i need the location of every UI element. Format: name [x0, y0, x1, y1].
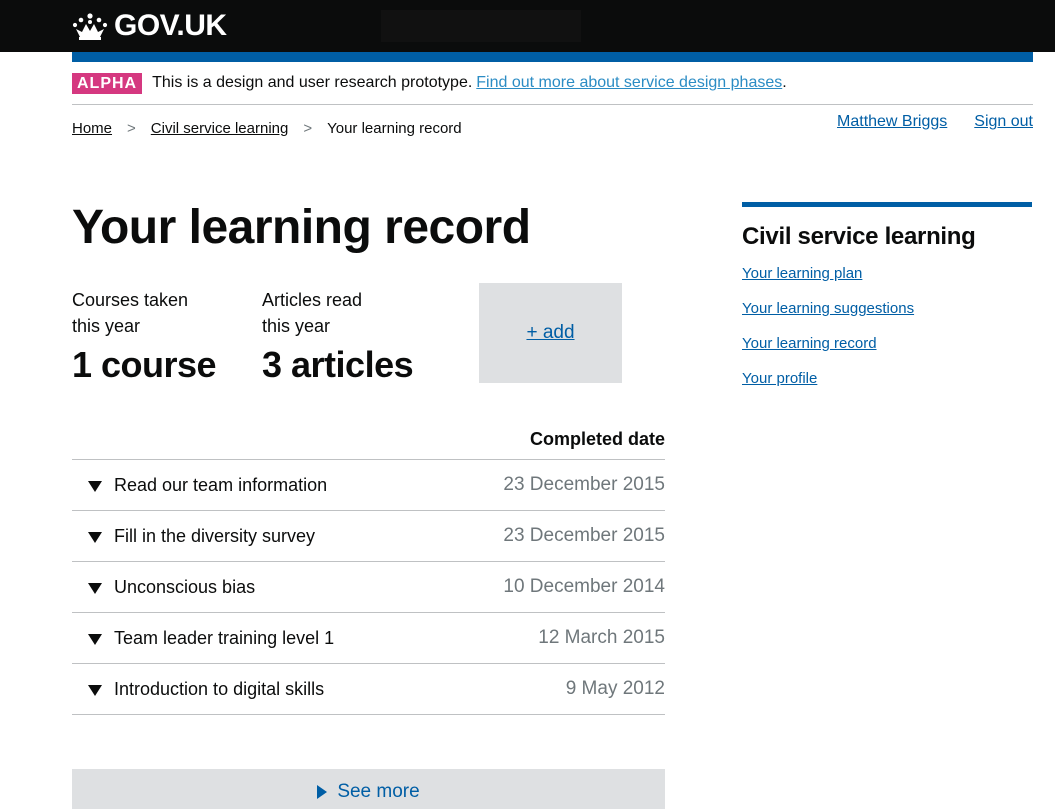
articles-stat: Articles read this year 3 articles: [262, 287, 442, 387]
crown-icon: [72, 13, 108, 40]
courses-label-line2: this year: [72, 316, 141, 336]
header-blue-rule: [72, 52, 1033, 62]
sidebar-link-learning-suggestions[interactable]: Your learning suggestions: [742, 300, 914, 317]
table-row[interactable]: Introduction to digital skills 9 May 2012: [72, 664, 665, 715]
sidebar-item: Your learning plan: [742, 263, 1032, 298]
completed-date-header: Completed date: [529, 429, 665, 449]
breadcrumb: Home > Civil service learning > Your lea…: [72, 118, 462, 138]
sidebar-links: Your learning plan Your learning suggest…: [742, 263, 1032, 403]
learning-records-table: Completed date Read our team information…: [72, 425, 665, 715]
record-title-cell: Read our team information: [72, 475, 327, 496]
sign-out-link[interactable]: Sign out: [974, 113, 1033, 133]
triangle-down-icon[interactable]: [88, 685, 102, 696]
phase-text: This is a design and user research proto…: [152, 74, 473, 91]
articles-label-line1: Articles read: [262, 290, 363, 310]
govuk-logo[interactable]: GOV.UK: [72, 9, 227, 43]
breadcrumb-home[interactable]: Home: [72, 120, 112, 137]
sidebar-link-learning-plan[interactable]: Your learning plan: [742, 265, 862, 282]
govuk-header: GOV.UK: [0, 0, 1055, 52]
phase-link-suffix: .: [782, 74, 787, 91]
record-title-cell: Team leader training level 1: [72, 628, 334, 649]
courses-stat: Courses taken this year 1 course: [72, 287, 252, 387]
logo-text: GOV.UK: [114, 9, 227, 42]
service-phases-link[interactable]: Find out more about service design phase…: [476, 74, 782, 92]
courses-label-line1: Courses taken: [72, 290, 189, 310]
articles-label-line2: this year: [262, 316, 331, 336]
triangle-right-icon: [317, 785, 328, 799]
record-completed-date: 23 December 2015: [503, 525, 665, 546]
phase-banner-divider: [72, 104, 1033, 105]
sidebar-link-profile[interactable]: Your profile: [742, 370, 817, 387]
triangle-down-icon[interactable]: [88, 634, 102, 645]
page-title: Your learning record: [72, 201, 531, 254]
header-search-area: [381, 10, 581, 42]
phase-banner: ALPHA This is a design and user research…: [72, 72, 1033, 94]
record-title-cell: Introduction to digital skills: [72, 679, 324, 700]
related-sidebar: Civil service learning Your learning pla…: [742, 202, 1032, 403]
record-title: Read our team information: [114, 474, 328, 495]
table-row[interactable]: Fill in the diversity survey 23 December …: [72, 511, 665, 562]
triangle-down-icon[interactable]: [88, 583, 102, 594]
record-title: Fill in the diversity survey: [114, 525, 316, 546]
sidebar-link-learning-record[interactable]: Your learning record: [742, 335, 877, 352]
add-record-link[interactable]: + add: [526, 322, 574, 344]
record-title-cell: Fill in the diversity survey: [72, 526, 315, 547]
breadcrumb-civil-service-learning[interactable]: Civil service learning: [151, 120, 289, 137]
breadcrumb-separator: >: [303, 119, 313, 137]
triangle-down-icon[interactable]: [88, 481, 102, 492]
articles-stat-label: Articles read this year: [262, 287, 402, 339]
add-record-panel: + add: [479, 283, 622, 383]
record-title: Team leader training level 1: [114, 627, 335, 648]
record-completed-date: 23 December 2015: [503, 474, 665, 495]
table-row[interactable]: Read our team information 23 December 201…: [72, 460, 665, 511]
table-row[interactable]: Unconscious bias 10 December 2014: [72, 562, 665, 613]
record-completed-date: 9 May 2012: [565, 678, 665, 699]
record-title-cell: Unconscious bias: [72, 577, 255, 598]
record-title: Unconscious bias: [114, 576, 256, 597]
record-completed-date: 12 March 2015: [538, 627, 665, 648]
table-header: Completed date: [72, 425, 665, 460]
record-completed-date: 10 December 2014: [503, 576, 665, 597]
courses-stat-value: 1 course: [72, 344, 217, 385]
sidebar-title: Civil service learning: [742, 223, 976, 250]
triangle-down-icon[interactable]: [88, 532, 102, 543]
breadcrumb-current: Your learning record: [327, 119, 462, 137]
record-title: Introduction to digital skills: [114, 678, 325, 699]
sidebar-item: Your learning suggestions: [742, 298, 1032, 333]
table-row[interactable]: Team leader training level 1 12 March 201…: [72, 613, 665, 664]
user-name-link[interactable]: Matthew Briggs: [837, 113, 947, 133]
phase-tag: ALPHA: [72, 72, 143, 94]
articles-stat-value: 3 articles: [262, 344, 414, 385]
user-nav: Matthew Briggs Sign out: [837, 113, 1033, 133]
breadcrumb-separator: >: [127, 119, 136, 137]
courses-stat-label: Courses taken this year: [72, 287, 212, 339]
sidebar-item: Your learning record: [742, 333, 1032, 368]
see-more-button[interactable]: See more: [72, 769, 665, 809]
sidebar-item: Your profile: [742, 368, 1032, 403]
